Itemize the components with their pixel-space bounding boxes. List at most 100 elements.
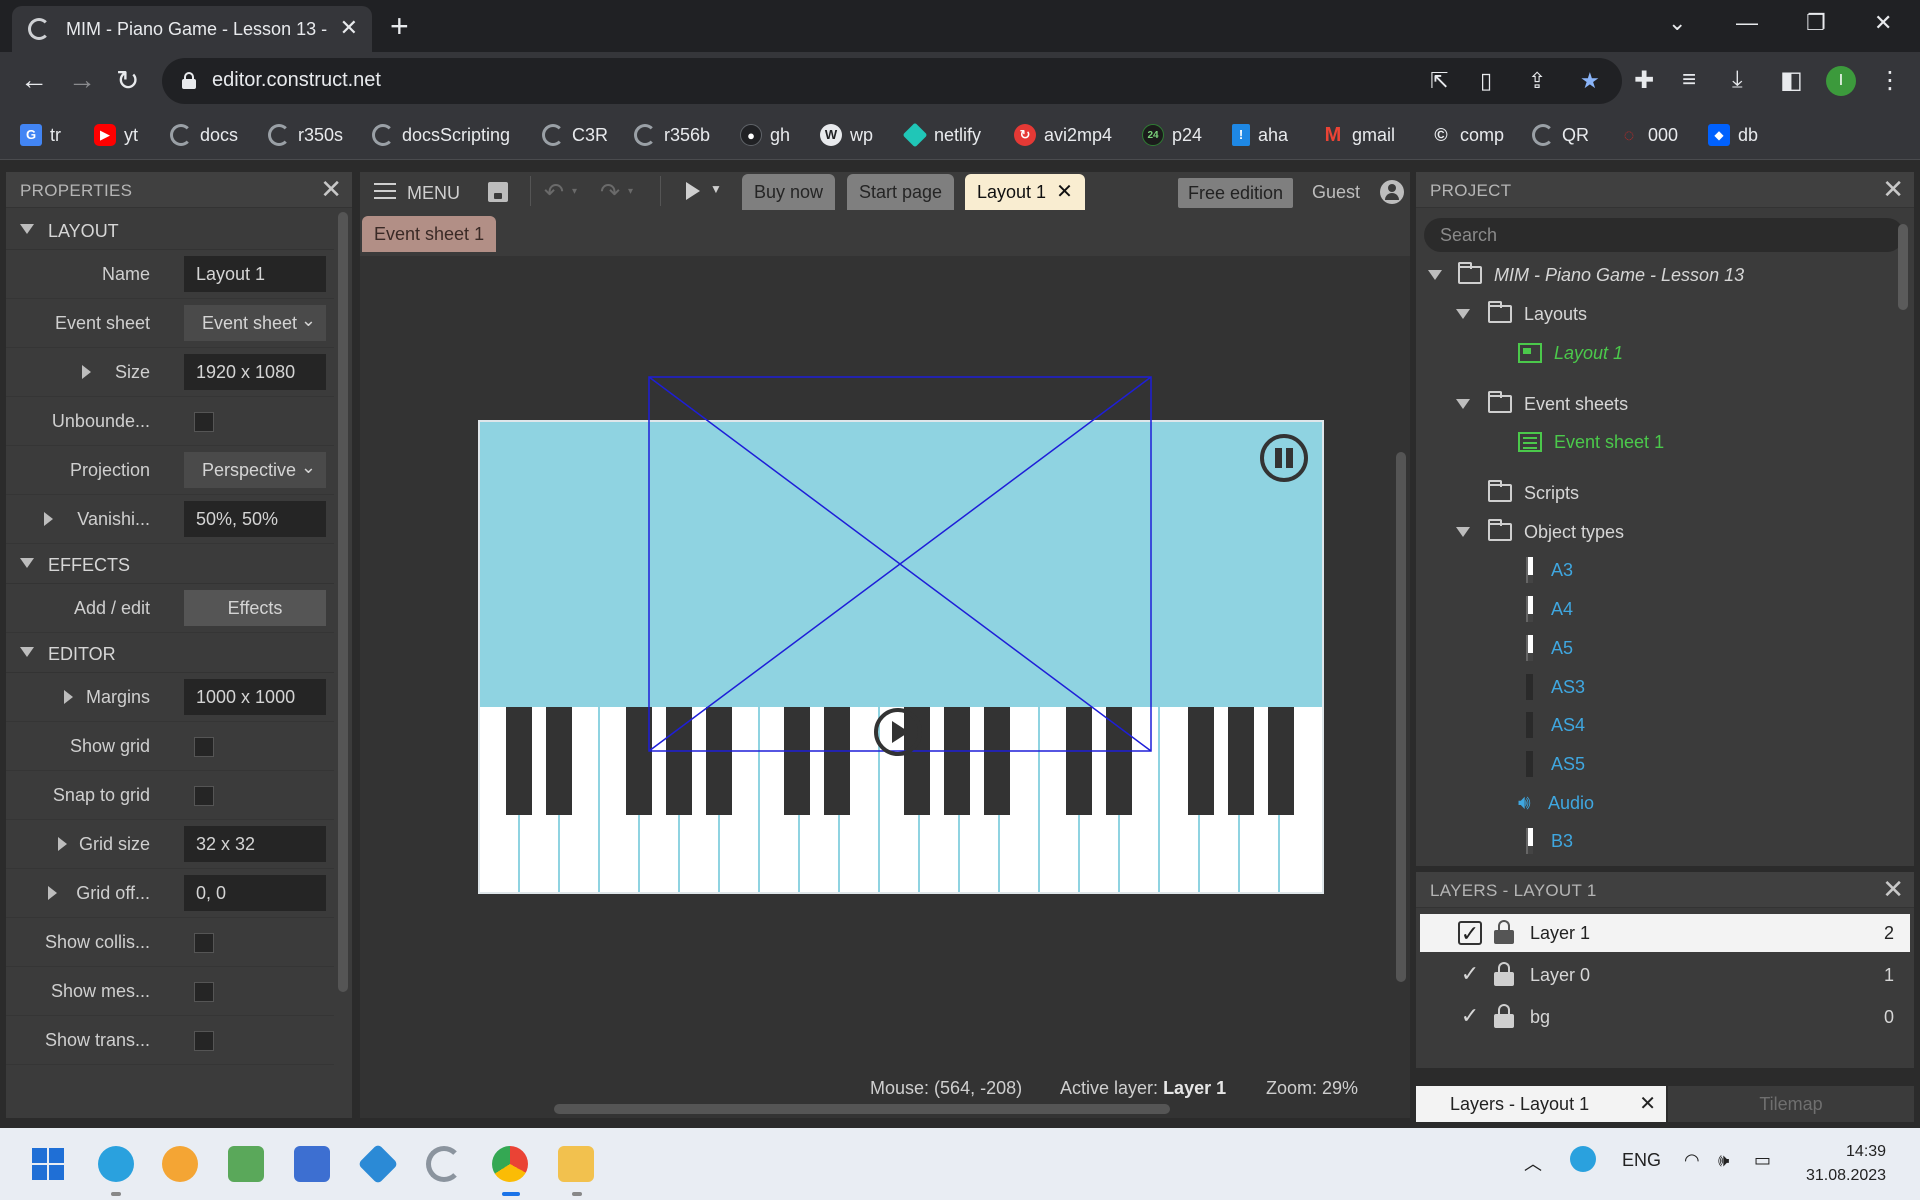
tree-item-layout-1[interactable]: Layout 1 xyxy=(1518,338,1623,368)
show-grid-checkbox[interactable] xyxy=(194,737,214,757)
bookmark-avi2mp4[interactable]: ↻ avi2mp4 xyxy=(1014,122,1112,148)
share-icon[interactable]: ⇪ xyxy=(1528,68,1546,94)
lock-icon[interactable] xyxy=(1494,1004,1514,1028)
page-icon[interactable]: ▯ xyxy=(1480,68,1492,94)
hamburger-menu-icon[interactable] xyxy=(374,183,396,199)
close-icon[interactable]: ✕ xyxy=(1056,181,1073,203)
tree-item-event-sheet-1[interactable]: Event sheet 1 xyxy=(1518,427,1664,457)
address-bar[interactable]: editor.construct.net ⇱ ▯ ⇪ ★ xyxy=(162,58,1622,104)
side-panel-icon[interactable]: ◧ xyxy=(1780,66,1803,95)
notepad-icon[interactable] xyxy=(294,1146,330,1182)
collapse-triangle-icon[interactable] xyxy=(1456,399,1470,409)
open-in-app-icon[interactable]: ⇱ xyxy=(1430,68,1448,94)
bookmark-000[interactable]: ◌ 000 xyxy=(1618,122,1678,148)
chrome-icon[interactable] xyxy=(492,1146,528,1182)
wifi-icon[interactable]: ◠ xyxy=(1684,1150,1700,1171)
black-key[interactable] xyxy=(506,707,532,815)
collapse-triangle-icon[interactable] xyxy=(1456,527,1470,537)
show-mesh-checkbox[interactable] xyxy=(194,982,214,1002)
tab-buy-now[interactable]: Buy now xyxy=(742,174,836,210)
project-search-input[interactable]: Search xyxy=(1424,218,1904,252)
close-icon[interactable]: ✕ xyxy=(320,176,342,202)
telegram-tray-icon[interactable] xyxy=(1570,1146,1596,1172)
restore-icon[interactable]: ❐ xyxy=(1806,10,1826,36)
battery-icon[interactable]: ▭ xyxy=(1754,1150,1771,1171)
language-indicator[interactable]: ENG xyxy=(1622,1150,1661,1171)
tree-object-as4[interactable]: AS4 xyxy=(1520,710,1585,740)
redo-icon[interactable]: ↷ xyxy=(600,178,620,207)
user-avatar-icon[interactable] xyxy=(1380,180,1404,204)
tree-object-a4[interactable]: A4 xyxy=(1520,594,1573,624)
bookmark-docs[interactable]: docs xyxy=(170,122,238,148)
tree-object-a5[interactable]: A5 xyxy=(1520,633,1573,663)
layer-row[interactable]: ✓ Layer 1 2 xyxy=(1420,914,1910,952)
tab-start-page[interactable]: Start page xyxy=(847,174,955,210)
back-icon[interactable]: ← xyxy=(20,64,48,96)
undo-dropdown-icon[interactable]: ▾ xyxy=(572,186,577,197)
tab-event-sheet-1[interactable]: Event sheet 1 xyxy=(362,216,497,252)
vscode-icon[interactable] xyxy=(357,1143,399,1185)
name-field[interactable]: Layout 1 xyxy=(184,256,326,292)
bookmark-aha[interactable]: ! aha xyxy=(1232,122,1288,148)
bookmark-qr[interactable]: QR xyxy=(1532,122,1589,148)
bookmark-star-icon[interactable]: ★ xyxy=(1580,68,1600,94)
layer-row[interactable]: ✓ Layer 0 1 xyxy=(1420,956,1910,994)
expand-triangle-icon[interactable] xyxy=(58,837,67,851)
bookmark-tr[interactable]: Gtr xyxy=(20,122,61,148)
bookmark-r350s[interactable]: r350s xyxy=(268,122,343,148)
forward-icon[interactable]: → xyxy=(68,64,96,96)
event-sheet-select[interactable]: Event sheet ⌄ xyxy=(184,305,326,341)
tree-folder-event-sheets[interactable]: Event sheets xyxy=(1488,389,1628,419)
close-icon[interactable]: ✕ xyxy=(1882,876,1904,902)
bookmark-yt[interactable]: ▶ yt xyxy=(94,122,138,148)
tree-folder-scripts[interactable]: Scripts xyxy=(1488,478,1579,508)
volume-icon[interactable]: 🕪︎ xyxy=(1718,1150,1729,1171)
section-editor[interactable]: EDITOR xyxy=(6,633,334,673)
lock-icon[interactable] xyxy=(182,72,196,89)
layer-visible-checkbox[interactable]: ✓ xyxy=(1458,963,1482,987)
expand-triangle-icon[interactable] xyxy=(82,365,91,379)
notepad-plus-icon[interactable] xyxy=(228,1146,264,1182)
tree-folder-layouts[interactable]: Layouts xyxy=(1488,299,1587,329)
file-explorer-icon[interactable] xyxy=(558,1146,594,1182)
preview-dropdown-icon[interactable]: ▼ xyxy=(710,182,722,196)
layer-row[interactable]: ✓ bg 0 xyxy=(1420,998,1910,1036)
save-icon[interactable] xyxy=(488,182,508,202)
section-effects[interactable]: EFFECTS xyxy=(6,544,334,584)
more-menu-icon[interactable]: ⋮ xyxy=(1878,66,1902,95)
layer-visible-checkbox[interactable]: ✓ xyxy=(1458,921,1482,945)
projection-select[interactable]: Perspective ⌄ xyxy=(184,452,326,488)
margins-field[interactable]: 1000 x 1000 xyxy=(184,679,326,715)
vanishing-field[interactable]: 50%, 50% xyxy=(184,501,326,537)
tab-search-chevron-icon[interactable]: ⌄ xyxy=(1668,10,1686,36)
bookmark-c3r[interactable]: C3R xyxy=(542,122,608,148)
taskbar-clock[interactable]: 14:39 31.08.2023 xyxy=(1806,1140,1886,1188)
tree-object-b3[interactable]: B3 xyxy=(1520,826,1573,856)
grid-offset-field[interactable]: 0, 0 xyxy=(184,875,326,911)
tree-object-as3[interactable]: AS3 xyxy=(1520,672,1585,702)
tab-tilemap[interactable]: Tilemap xyxy=(1668,1086,1914,1122)
black-key[interactable] xyxy=(546,707,572,815)
tree-object-audio[interactable]: 🔊︎ Audio xyxy=(1518,788,1594,818)
bookmark-gmail[interactable]: Mgmail xyxy=(1322,122,1395,148)
expand-triangle-icon[interactable] xyxy=(48,886,57,900)
new-tab-icon[interactable]: + xyxy=(390,8,409,45)
browser-tab[interactable]: MIM - Piano Game - Lesson 13 - ✕ xyxy=(12,6,372,52)
bookmark-wp[interactable]: Wwp xyxy=(820,122,873,148)
reload-icon[interactable]: ↻ xyxy=(116,64,139,97)
lock-icon[interactable] xyxy=(1494,962,1514,986)
collapse-triangle-icon[interactable] xyxy=(20,647,34,657)
pause-icon[interactable] xyxy=(1260,434,1308,482)
bookmark-db[interactable]: ◆ db xyxy=(1708,122,1758,148)
telegram-icon[interactable] xyxy=(98,1146,134,1182)
preview-play-icon[interactable] xyxy=(686,182,700,200)
collapse-triangle-icon[interactable] xyxy=(20,558,34,568)
show-hidden-icons-chevron-icon[interactable]: ︿ xyxy=(1524,1150,1542,1176)
lock-icon[interactable] xyxy=(1494,920,1514,944)
collapse-triangle-icon[interactable] xyxy=(1428,270,1442,280)
collapse-triangle-icon[interactable] xyxy=(20,224,34,234)
black-key[interactable] xyxy=(1188,707,1214,815)
close-icon[interactable]: ✕ xyxy=(1882,176,1904,202)
expand-triangle-icon[interactable] xyxy=(64,690,73,704)
bookmark-gh[interactable]: ● gh xyxy=(740,122,790,148)
